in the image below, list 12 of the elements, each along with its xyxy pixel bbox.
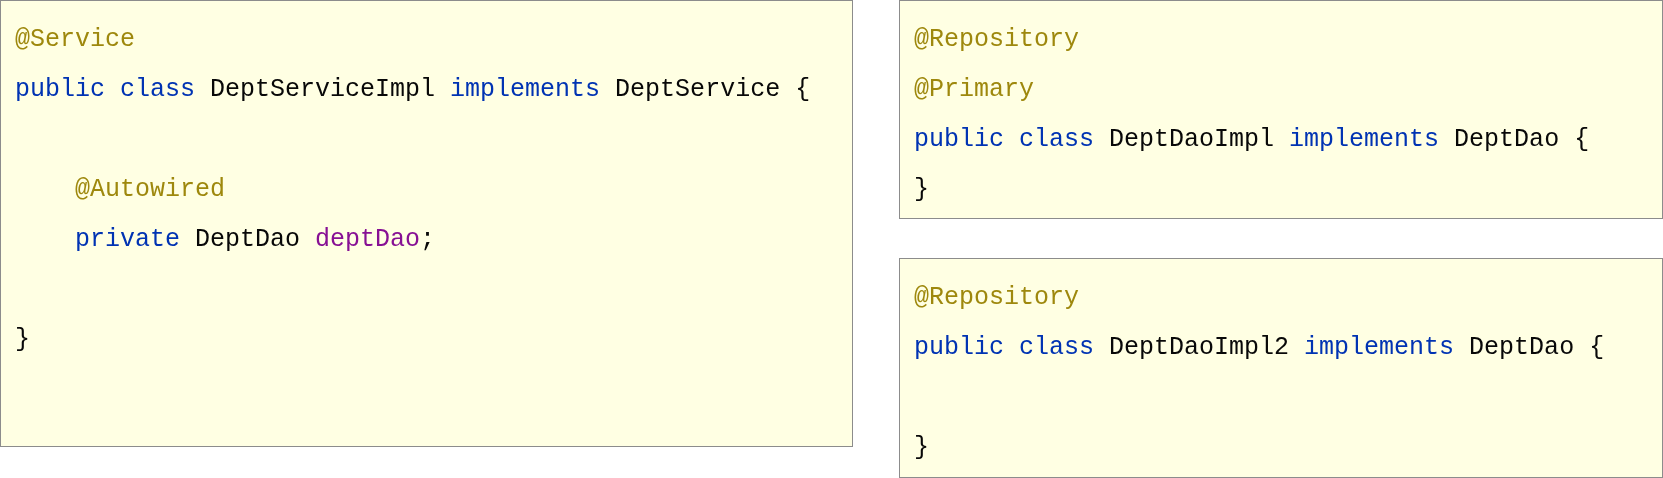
code-line: }	[914, 175, 929, 205]
code-line: private DeptDao deptDao;	[75, 225, 436, 255]
code-line: @Service	[15, 25, 136, 55]
code-line: @Repository	[914, 25, 1080, 55]
code-line: public class DeptDaoImpl implements DeptDao {	[914, 125, 1590, 155]
code-line: @Repository	[914, 283, 1080, 313]
code-line: @Primary	[914, 75, 1035, 105]
code-line: }	[15, 325, 30, 355]
code-line: public class DeptServiceImpl implements DeptService {	[15, 75, 811, 105]
code-line: public class DeptDaoImpl2 implements DeptDao {	[914, 333, 1605, 363]
code-line: @Autowired	[75, 175, 226, 205]
code-line: }	[914, 433, 929, 463]
